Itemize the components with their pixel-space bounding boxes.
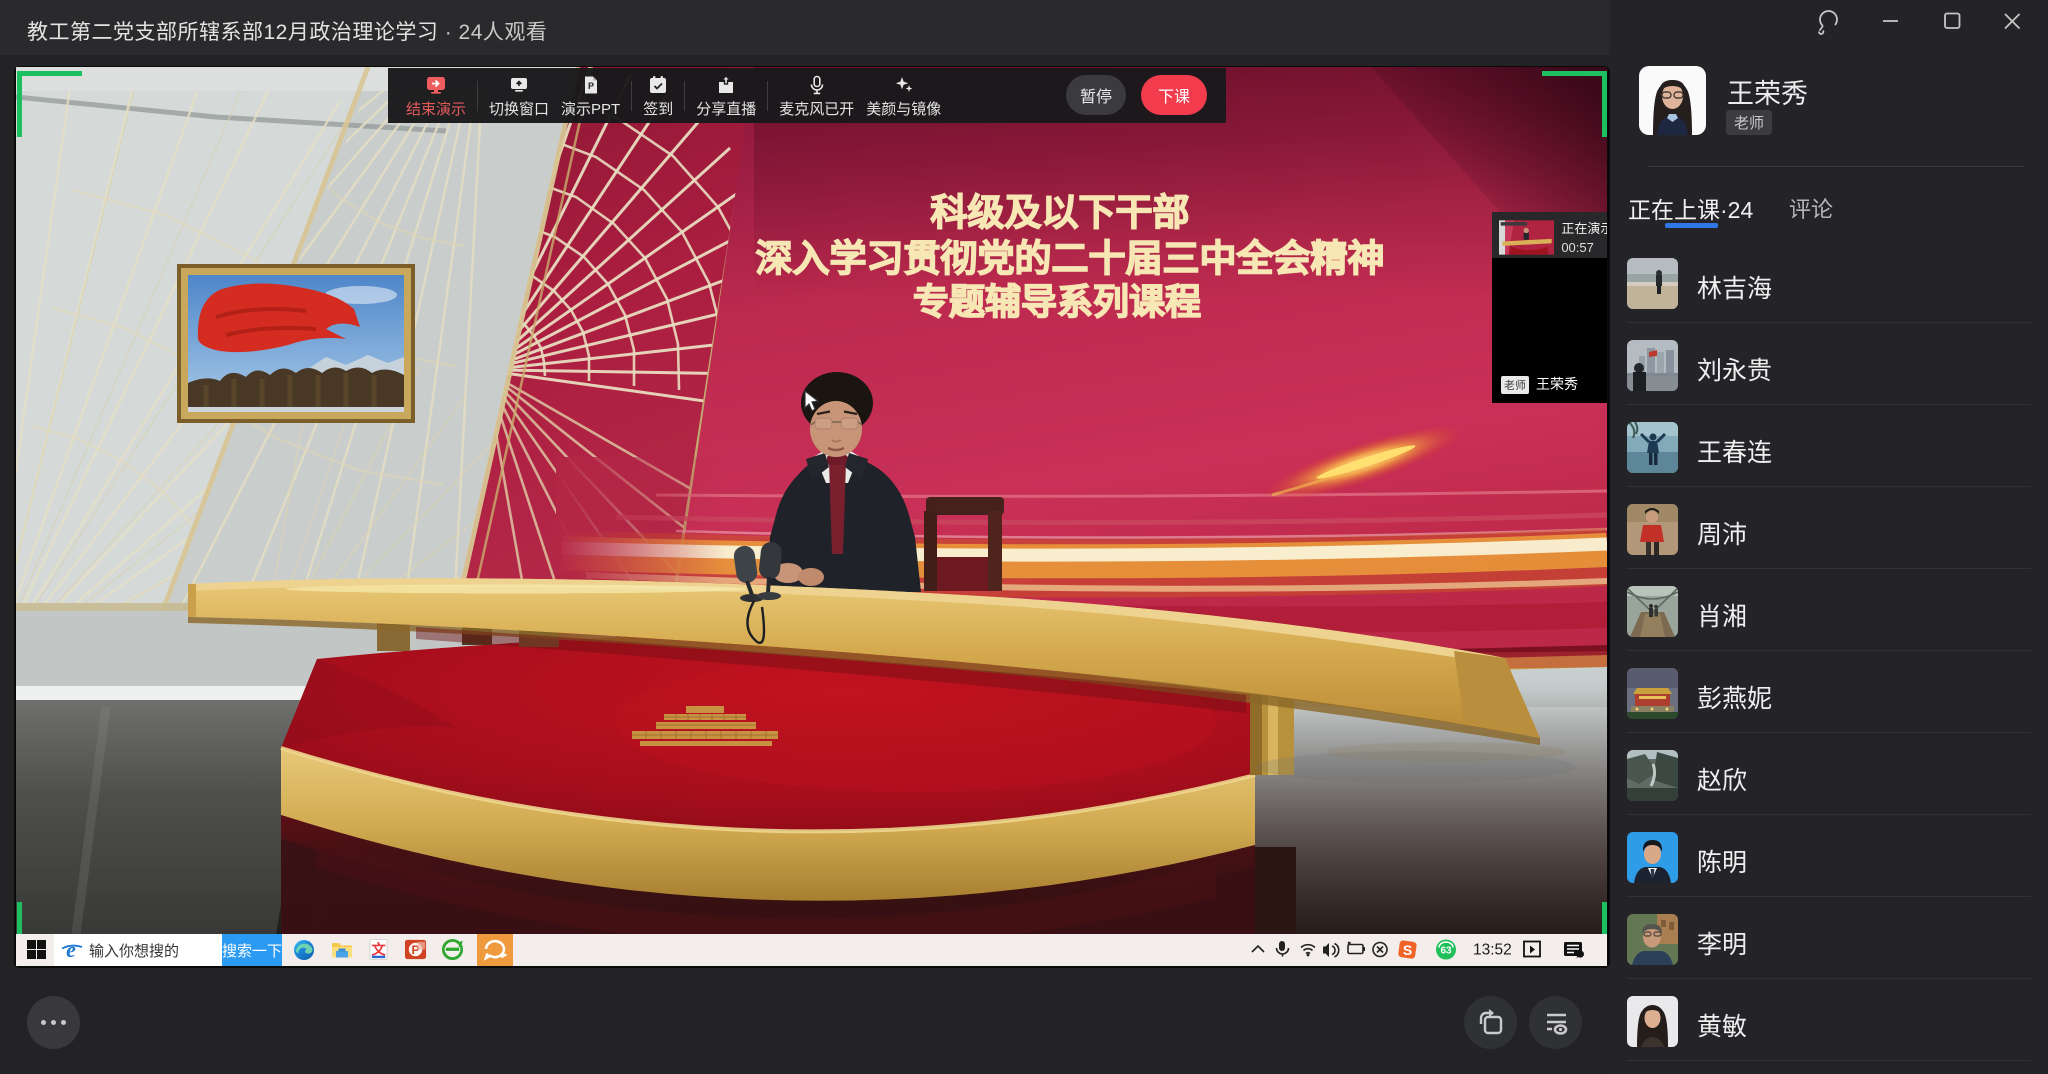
svg-text:科级及以下干部: 科级及以下干部 xyxy=(931,192,1190,233)
svg-text:13:52: 13:52 xyxy=(1473,942,1512,959)
svg-text:63: 63 xyxy=(1440,946,1452,957)
svg-text:深入学习贯彻党的二十届三中全会精神: 深入学习贯彻党的二十届三中全会精神 xyxy=(756,237,1385,279)
svg-text:文: 文 xyxy=(371,940,386,958)
svg-text:专题辅导系列课程: 专题辅导系列课程 xyxy=(913,281,1201,322)
svg-text:e: e xyxy=(66,938,76,962)
svg-text:P: P xyxy=(588,81,594,91)
svg-text:S: S xyxy=(1403,942,1412,958)
